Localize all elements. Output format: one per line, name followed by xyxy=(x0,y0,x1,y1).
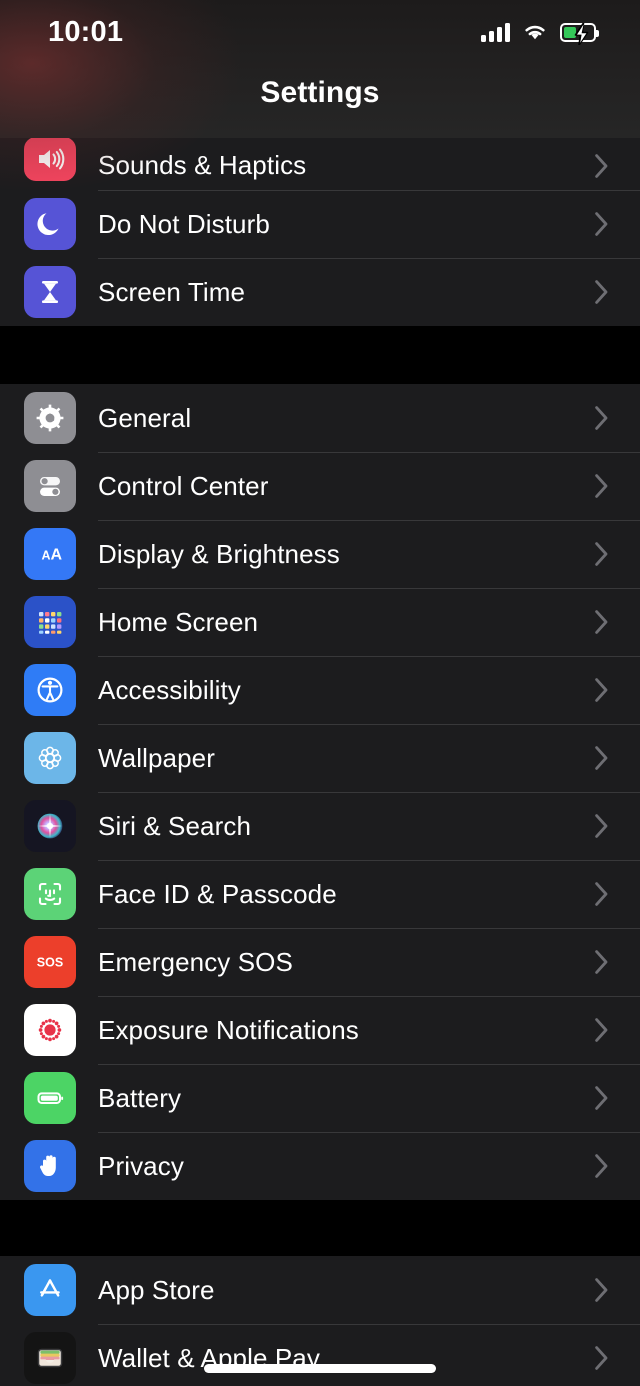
settings-row-label: General xyxy=(98,402,192,433)
settings-row-general[interactable]: General xyxy=(0,384,640,452)
settings-row-do-not-disturb[interactable]: Do Not Disturb xyxy=(0,190,640,258)
exposure-notifications-icon xyxy=(24,1004,76,1056)
battery-charging-icon xyxy=(560,22,599,45)
settings-row-label: Screen Time xyxy=(98,276,246,307)
svg-text:A: A xyxy=(42,549,51,563)
settings-row-exposure-notifications[interactable]: Exposure Notifications xyxy=(0,996,640,1064)
settings-list[interactable]: Sounds & Haptics Do Not Disturb Screen T… xyxy=(0,138,640,1386)
settings-row-privacy[interactable]: Privacy xyxy=(0,1132,640,1200)
charging-bolt-icon xyxy=(574,23,589,45)
sounds-haptics-icon xyxy=(24,138,76,181)
face-id-icon xyxy=(24,868,76,920)
screen-time-icon xyxy=(24,266,76,318)
do-not-disturb-icon xyxy=(24,198,76,250)
settings-row-emergency-sos[interactable]: SOS Emergency SOS xyxy=(0,928,640,996)
control-center-icon xyxy=(24,460,76,512)
settings-row-label: Siri & Search xyxy=(98,810,252,841)
settings-row-label: Wallpaper xyxy=(98,742,215,773)
nav-bar: Settings xyxy=(0,60,640,138)
settings-row-control-center[interactable]: Control Center xyxy=(0,452,640,520)
chevron-right-icon xyxy=(595,406,608,430)
settings-row-face-id-passcode[interactable]: Face ID & Passcode xyxy=(0,860,640,928)
settings-row-label: Display & Brightness xyxy=(98,538,340,569)
privacy-hand-icon xyxy=(24,1140,76,1192)
chevron-right-icon xyxy=(595,882,608,906)
settings-row-screen-time[interactable]: Screen Time xyxy=(0,258,640,326)
chevron-right-icon xyxy=(595,814,608,838)
chevron-right-icon xyxy=(595,154,608,178)
wallpaper-icon xyxy=(24,732,76,784)
siri-search-icon xyxy=(24,800,76,852)
settings-row-label: Face ID & Passcode xyxy=(98,878,337,909)
accessibility-icon xyxy=(24,664,76,716)
chevron-right-icon xyxy=(595,1018,608,1042)
settings-row-label: Accessibility xyxy=(98,674,241,705)
wallet-apple-pay-icon xyxy=(24,1332,76,1384)
settings-screen: 10:01 Settings Sounds & Haptics Do Not D… xyxy=(0,0,640,1386)
cellular-signal-icon xyxy=(481,22,510,42)
settings-row-display-brightness[interactable]: A A Display & Brightness xyxy=(0,520,640,588)
settings-row-label: Emergency SOS xyxy=(98,946,293,977)
chevron-right-icon xyxy=(595,1086,608,1110)
settings-row-label: Battery xyxy=(98,1082,182,1113)
settings-row-home-screen[interactable]: Home Screen xyxy=(0,588,640,656)
status-indicators xyxy=(481,18,599,45)
settings-row-label: App Store xyxy=(98,1274,215,1305)
settings-row-battery[interactable]: Battery xyxy=(0,1064,640,1132)
chevron-right-icon xyxy=(595,1346,608,1370)
settings-row-label: Control Center xyxy=(98,470,269,501)
group-gap xyxy=(0,1200,640,1256)
page-title: Settings xyxy=(260,76,380,109)
svg-text:SOS: SOS xyxy=(37,956,63,970)
settings-row-label: Do Not Disturb xyxy=(98,208,270,239)
settings-row-wallpaper[interactable]: Wallpaper xyxy=(0,724,640,792)
settings-row-app-store[interactable]: App Store xyxy=(0,1256,640,1324)
settings-row-label: Privacy xyxy=(98,1150,184,1181)
display-brightness-icon: A A xyxy=(24,528,76,580)
status-bar: 10:01 xyxy=(0,0,640,60)
settings-row-label: Exposure Notifications xyxy=(98,1014,359,1045)
chevron-right-icon xyxy=(595,280,608,304)
chevron-right-icon xyxy=(595,212,608,236)
settings-row-siri-search[interactable]: Siri & Search xyxy=(0,792,640,860)
home-screen-icon xyxy=(24,596,76,648)
status-time: 10:01 xyxy=(48,15,124,48)
chevron-right-icon xyxy=(595,474,608,498)
group-system: General Control Center A A Display & Bri… xyxy=(0,384,640,1200)
app-store-icon xyxy=(24,1264,76,1316)
battery-icon xyxy=(24,1072,76,1124)
chevron-right-icon xyxy=(595,610,608,634)
svg-text:A: A xyxy=(51,547,63,564)
group-notifications: Sounds & Haptics Do Not Disturb Screen T… xyxy=(0,138,640,326)
general-gear-icon xyxy=(24,392,76,444)
settings-row-sounds-haptics[interactable]: Sounds & Haptics xyxy=(0,138,640,190)
settings-row-accessibility[interactable]: Accessibility xyxy=(0,656,640,724)
emergency-sos-icon: SOS xyxy=(24,936,76,988)
chevron-right-icon xyxy=(595,746,608,770)
chevron-right-icon xyxy=(595,1278,608,1302)
settings-row-wallet-apple-pay[interactable]: Wallet & Apple Pay xyxy=(0,1324,640,1386)
chevron-right-icon xyxy=(595,1154,608,1178)
wifi-icon xyxy=(525,25,545,40)
chevron-right-icon xyxy=(595,542,608,566)
settings-row-label: Home Screen xyxy=(98,606,259,637)
home-indicator[interactable] xyxy=(204,1364,436,1373)
settings-row-label: Sounds & Haptics xyxy=(98,150,307,180)
chevron-right-icon xyxy=(595,950,608,974)
chevron-right-icon xyxy=(595,678,608,702)
group-gap xyxy=(0,326,640,384)
